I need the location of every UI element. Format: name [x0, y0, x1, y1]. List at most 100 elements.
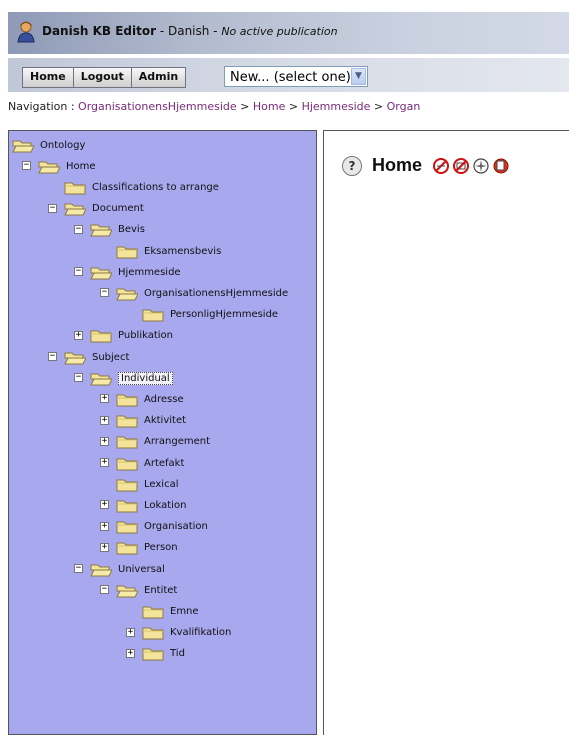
- tree-item[interactable]: − Universal: [74, 559, 165, 579]
- tree-item-label[interactable]: Kvalifikation: [170, 627, 231, 638]
- tree-item[interactable]: + Arrangement: [100, 432, 210, 452]
- tree-item[interactable]: + Kvalifikation: [126, 623, 231, 643]
- folder-icon: [116, 415, 138, 428]
- user-icon: [17, 21, 35, 43]
- expand-icon[interactable]: +: [100, 394, 109, 404]
- expand-icon[interactable]: +: [100, 436, 109, 446]
- chevron-down-icon[interactable]: ▼: [351, 68, 366, 85]
- tree-item[interactable]: + Aktivitet: [100, 411, 186, 431]
- tree-item[interactable]: Ontology: [12, 135, 85, 155]
- collapse-icon[interactable]: −: [48, 352, 57, 361]
- tree-item-label[interactable]: Adresse: [144, 394, 184, 405]
- tree-item-label[interactable]: Publikation: [118, 330, 173, 341]
- folder-icon: [116, 436, 138, 449]
- tree-item[interactable]: − Individual: [74, 368, 173, 388]
- tree-item-label[interactable]: Universal: [118, 564, 165, 575]
- tree-item[interactable]: Classifications to arrange: [64, 177, 219, 197]
- title-separator: -: [156, 24, 168, 38]
- tree-item[interactable]: + Publikation: [74, 326, 173, 346]
- page-header: ? Home: [342, 155, 512, 176]
- folder-open-icon: [64, 352, 86, 364]
- tree-item-label[interactable]: Individual: [118, 371, 173, 385]
- expand-icon[interactable]: +: [126, 648, 135, 658]
- tree-item[interactable]: − Home: [22, 156, 96, 176]
- cancel-icon[interactable]: [432, 157, 450, 175]
- collapse-icon[interactable]: −: [74, 224, 83, 234]
- folder-icon: [142, 606, 164, 619]
- delete-icon[interactable]: [452, 157, 470, 175]
- collapse-icon[interactable]: −: [100, 288, 109, 298]
- breadcrumb-link[interactable]: Hjemmeside: [302, 100, 371, 113]
- settings-icon[interactable]: [472, 157, 490, 175]
- collapse-icon[interactable]: −: [74, 564, 83, 573]
- tree-item[interactable]: − Bevis: [74, 220, 145, 240]
- tree-item-label[interactable]: Home: [66, 161, 96, 172]
- tree-item[interactable]: − Subject: [48, 347, 129, 367]
- tree-item-label[interactable]: Person: [144, 542, 178, 553]
- breadcrumb-link[interactable]: Organ: [387, 100, 421, 113]
- tree-item[interactable]: − OrganisationensHjemmeside: [100, 283, 288, 303]
- tree-item[interactable]: + Organisation: [100, 517, 208, 537]
- tree-item-label[interactable]: Arrangement: [144, 436, 210, 447]
- tree-item-label[interactable]: Hjemmeside: [118, 267, 181, 278]
- collapse-icon[interactable]: −: [22, 161, 31, 171]
- tree-item-label[interactable]: Entitet: [144, 585, 177, 596]
- new-item-select[interactable]: New... (select one) ▼: [224, 66, 368, 87]
- tree-item-label[interactable]: Classifications to arrange: [92, 182, 219, 193]
- admin-button[interactable]: Admin: [131, 68, 186, 87]
- folder-icon: [116, 542, 138, 555]
- tree-item[interactable]: − Entitet: [100, 580, 177, 600]
- logout-button[interactable]: Logout: [73, 68, 132, 87]
- collapse-icon[interactable]: −: [74, 267, 83, 277]
- folder-open-icon: [116, 288, 138, 301]
- breadcrumb: Navigation : OrganisationensHjemmeside >…: [8, 100, 420, 113]
- expand-icon[interactable]: +: [126, 627, 135, 637]
- tree-item-label[interactable]: Organisation: [144, 521, 208, 532]
- tree-item[interactable]: + Artefakt: [100, 453, 184, 473]
- add-icon[interactable]: [492, 157, 510, 175]
- tree-item-label[interactable]: Ontology: [40, 140, 85, 151]
- tree-item[interactable]: PersonligHjemmeside: [142, 305, 278, 325]
- folder-open-icon: [116, 585, 138, 598]
- title-bar: Danish KB Editor - Danish - No active pu…: [8, 12, 569, 54]
- tree-item-label[interactable]: OrganisationensHjemmeside: [144, 288, 288, 299]
- tree-item-label[interactable]: Tid: [170, 648, 185, 659]
- folder-icon: [142, 627, 164, 640]
- collapse-icon[interactable]: −: [100, 585, 109, 595]
- expand-icon[interactable]: +: [100, 415, 109, 425]
- tree-item-label[interactable]: Bevis: [118, 224, 145, 235]
- breadcrumb-link[interactable]: OrganisationensHjemmeside: [78, 100, 237, 113]
- tree-item[interactable]: − Document: [48, 199, 144, 219]
- tree-item-label[interactable]: Lexical: [144, 479, 178, 490]
- toolbar: Home Logout Admin New... (select one) ▼: [8, 58, 569, 92]
- collapse-icon[interactable]: −: [74, 373, 83, 383]
- breadcrumb-link[interactable]: Home: [253, 100, 285, 113]
- tree-item[interactable]: + Lokation: [100, 495, 186, 515]
- tree-item[interactable]: Eksamensbevis: [116, 241, 221, 261]
- tree-item[interactable]: Lexical: [116, 474, 178, 494]
- title-separator-2: -: [209, 24, 222, 38]
- folder-icon: [64, 182, 86, 195]
- tree-item-label[interactable]: PersonligHjemmeside: [170, 309, 278, 320]
- tree-item-label[interactable]: Emne: [170, 606, 199, 617]
- home-button[interactable]: Home: [23, 68, 74, 87]
- button-group: Home Logout Admin: [22, 67, 187, 88]
- tree-item-label[interactable]: Artefakt: [144, 458, 184, 469]
- collapse-icon[interactable]: −: [48, 203, 57, 213]
- tree-item[interactable]: − Hjemmeside: [74, 262, 181, 282]
- tree-item-label[interactable]: Subject: [92, 352, 129, 363]
- tree-item-label[interactable]: Aktivitet: [144, 415, 186, 426]
- tree-item[interactable]: Emne: [142, 601, 199, 621]
- expand-icon[interactable]: +: [100, 542, 109, 552]
- tree-item[interactable]: + Adresse: [100, 389, 184, 409]
- help-icon[interactable]: ?: [342, 155, 362, 176]
- tree-item-label[interactable]: Lokation: [144, 500, 186, 511]
- expand-icon[interactable]: +: [100, 500, 109, 510]
- tree-item-label[interactable]: Eksamensbevis: [144, 246, 221, 257]
- expand-icon[interactable]: +: [74, 330, 83, 340]
- tree-item[interactable]: + Tid: [126, 644, 185, 664]
- expand-icon[interactable]: +: [100, 458, 109, 467]
- tree-item[interactable]: + Person: [100, 538, 178, 558]
- expand-icon[interactable]: +: [100, 521, 109, 531]
- tree-item-label[interactable]: Document: [92, 203, 144, 214]
